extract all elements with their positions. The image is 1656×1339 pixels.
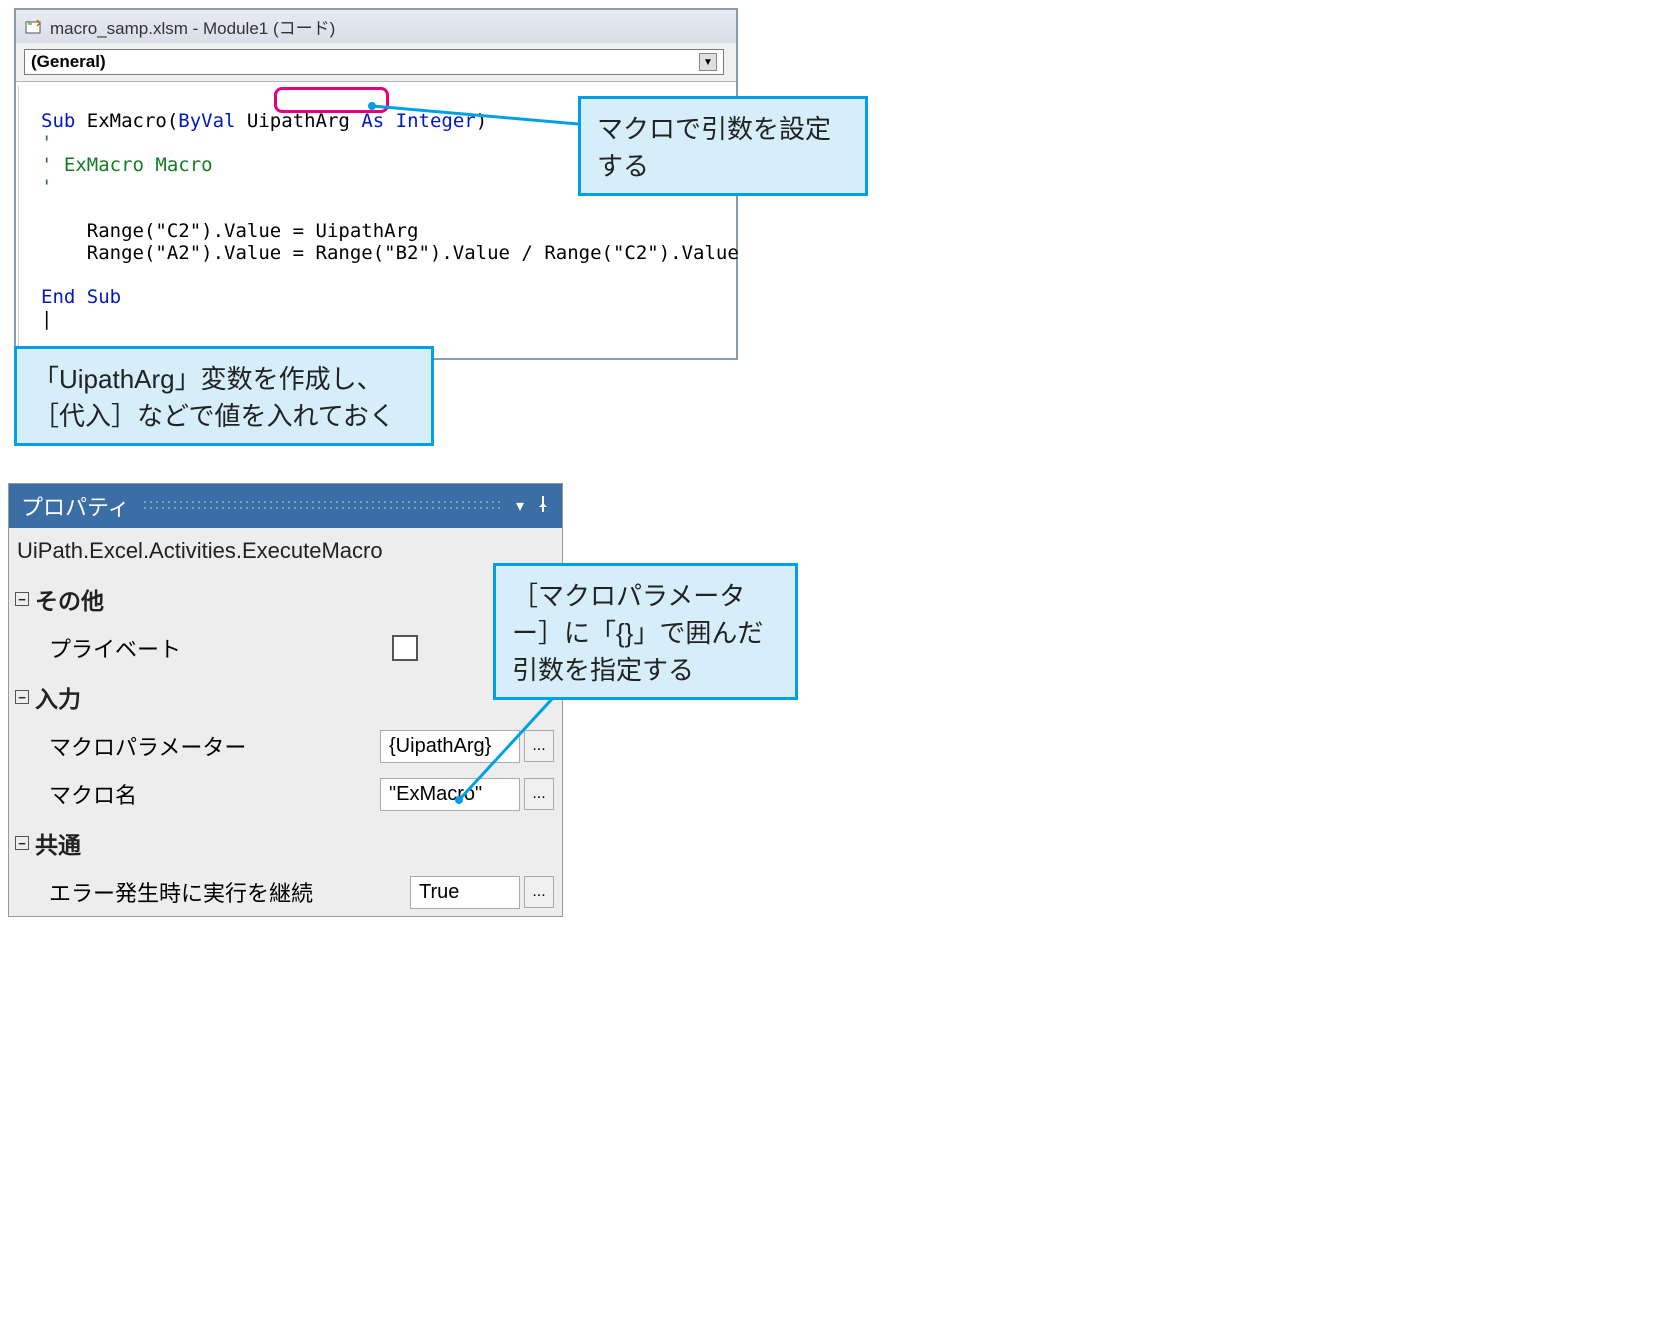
group-label: その他 [35, 582, 104, 616]
code-keyword-as: As Integer [361, 110, 475, 132]
code-funcname: ExMacro( [75, 110, 178, 132]
callout-text: マクロで引数を設定する [597, 114, 831, 181]
group-input[interactable]: − 入力 [9, 672, 562, 722]
group-other[interactable]: − その他 [9, 574, 562, 624]
callout-create-variable: 「UipathArg」変数を作成し、［代入］などで値を入れておく [14, 346, 434, 446]
callout-text: 「UipathArg」変数を作成し、［代入］などで値を入れておく [33, 364, 395, 431]
vba-module-icon [24, 18, 44, 36]
expression-editor-button[interactable]: ... [524, 730, 554, 762]
property-label: プライベート [49, 632, 378, 664]
row-macro-name: マクロ名 "ExMacro" ... [9, 770, 562, 818]
header-grip [142, 499, 504, 513]
group-label: 共通 [35, 826, 81, 860]
row-private: プライベート [9, 624, 562, 672]
vba-object-dropdown[interactable]: (General) ▼ [24, 49, 724, 75]
properties-panel: プロパティ ▾ UiPath.Excel.Activities.ExecuteM… [8, 483, 563, 917]
code-line-2: Range("A2").Value = Range("B2").Value / … [41, 242, 739, 264]
row-macro-parameter: マクロパラメーター {UipathArg} ... [9, 722, 562, 770]
properties-header: プロパティ ▾ [9, 484, 562, 528]
dropdown-arrow-icon[interactable]: ▼ [699, 53, 717, 71]
code-comment-tick: ' [41, 176, 52, 198]
property-label: マクロパラメーター [49, 730, 380, 762]
vba-title-text: macro_samp.xlsm - Module1 (コード) [50, 14, 335, 39]
properties-title: プロパティ [21, 490, 130, 522]
callout-macro-argument: マクロで引数を設定する [578, 96, 868, 196]
collapse-toggle-icon[interactable]: − [15, 690, 29, 704]
code-line-1: Range("C2").Value = UipathArg [41, 220, 419, 242]
group-label: 入力 [35, 680, 81, 714]
collapse-toggle-icon[interactable]: − [15, 836, 29, 850]
code-keyword-sub: Sub [41, 110, 75, 132]
activity-classpath: UiPath.Excel.Activities.ExecuteMacro [9, 528, 562, 574]
argument-highlight [274, 87, 389, 113]
private-checkbox[interactable] [392, 635, 418, 661]
callout-text: ［マクロパラメーター］に「{}」で囲んだ引数を指定する [512, 581, 763, 685]
collapse-icon[interactable]: ▾ [516, 496, 524, 517]
pin-icon[interactable] [536, 496, 550, 517]
vba-dropdown-row: (General) ▼ [16, 43, 736, 82]
property-label: マクロ名 [49, 778, 380, 810]
expression-editor-button[interactable]: ... [524, 778, 554, 810]
code-comment-tick: ' [41, 154, 52, 176]
macro-parameter-input[interactable]: {UipathArg} [380, 730, 520, 763]
expression-editor-button[interactable]: ... [524, 876, 554, 908]
code-close: ) [476, 110, 487, 132]
code-keyword-byval: ByVal [178, 110, 235, 132]
vba-titlebar: macro_samp.xlsm - Module1 (コード) [16, 10, 736, 43]
collapse-toggle-icon[interactable]: − [15, 592, 29, 606]
code-argname: UipathArg [235, 110, 361, 132]
code-comment-tick: ' [41, 132, 52, 154]
code-comment-body: ExMacro Macro [52, 154, 212, 176]
row-continue-on-error: エラー発生時に実行を継続 True ... [9, 868, 562, 916]
macro-name-input[interactable]: "ExMacro" [380, 778, 520, 811]
vba-dropdown-value: (General) [31, 52, 106, 72]
group-common[interactable]: − 共通 [9, 818, 562, 868]
code-keyword-endsub: End Sub [41, 286, 121, 308]
callout-macro-parameter-hint: ［マクロパラメーター］に「{}」で囲んだ引数を指定する [493, 563, 798, 700]
continue-on-error-input[interactable]: True [410, 876, 520, 909]
property-label: エラー発生時に実行を継続 [49, 876, 410, 908]
